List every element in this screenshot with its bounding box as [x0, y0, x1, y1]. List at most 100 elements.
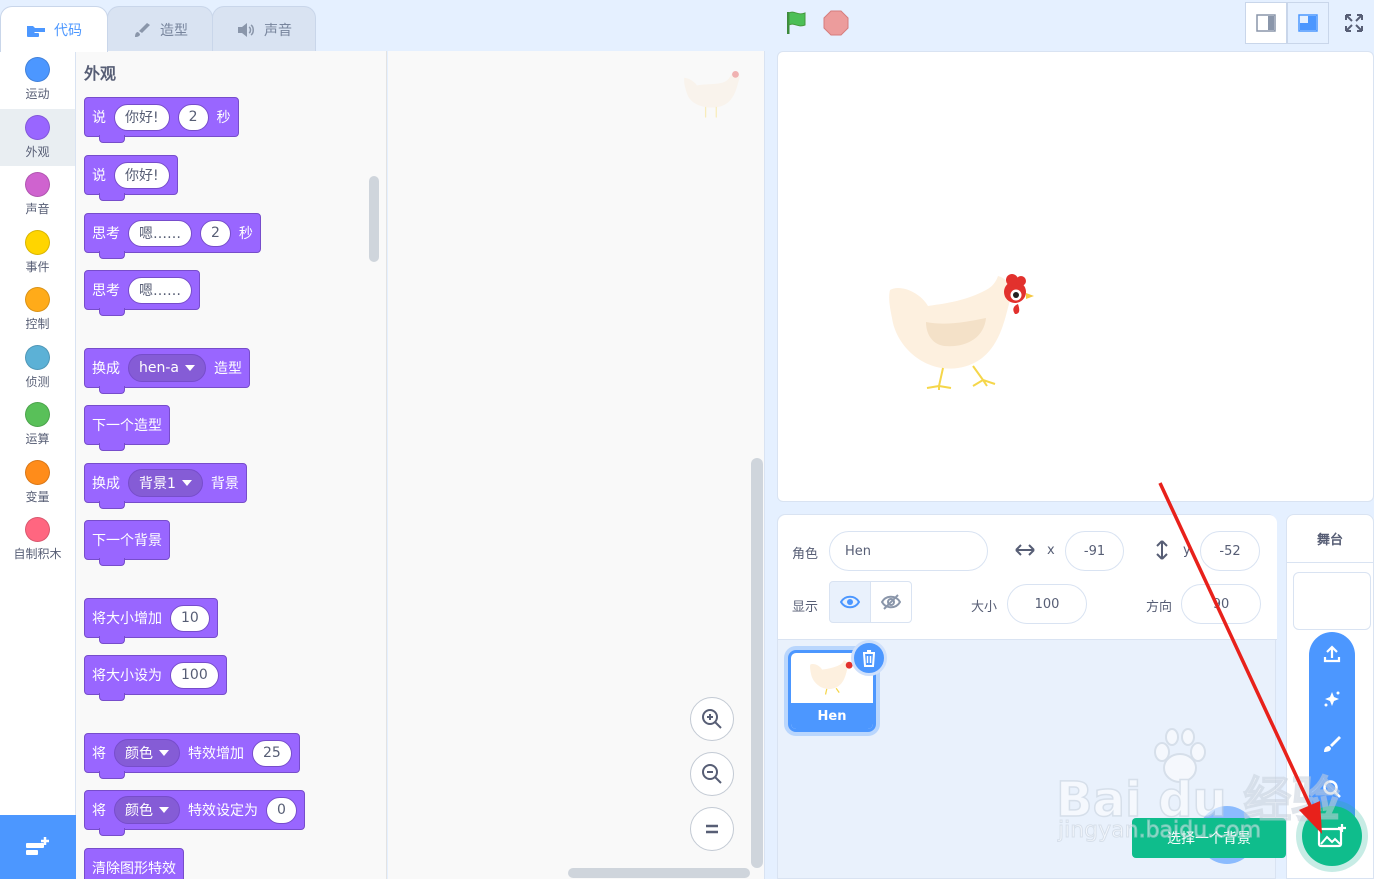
size-change-input[interactable]: 10 — [170, 604, 210, 632]
small-stage-button[interactable] — [1245, 2, 1287, 44]
category-my-blocks[interactable]: 自制积木 — [0, 511, 75, 569]
delete-sprite-button[interactable] — [851, 640, 887, 676]
zoom-out-button[interactable] — [690, 752, 734, 796]
hen-sprite-icon[interactable] — [888, 272, 1038, 407]
block-clear-effects[interactable]: 清除图形特效 — [84, 848, 184, 879]
hide-sprite-button[interactable] — [870, 581, 912, 623]
direction-input[interactable]: 90 — [1181, 584, 1261, 624]
large-stage-button[interactable] — [1287, 2, 1329, 44]
block-switch-costume[interactable]: 换成 hen-a 造型 — [84, 348, 250, 394]
backdrop-thumbnail[interactable] — [1293, 572, 1371, 630]
block-text: 清除图形特效 — [92, 861, 176, 877]
small-stage-icon — [1256, 14, 1276, 32]
y-input[interactable]: -52 — [1200, 531, 1260, 571]
workspace-vertical-scrollbar[interactable] — [751, 458, 763, 868]
message-input[interactable]: 嗯…… — [128, 219, 192, 247]
effect-dropdown[interactable]: 颜色 — [114, 796, 180, 824]
category-label: 声音 — [25, 202, 50, 217]
large-stage-icon — [1298, 14, 1318, 32]
surprise-backdrop-button[interactable] — [1309, 679, 1355, 719]
green-flag-icon[interactable] — [784, 10, 810, 36]
my-blocks-dot-icon — [25, 517, 50, 543]
category-label: 侦测 — [25, 374, 50, 389]
block-text: 将大小增加 — [92, 611, 162, 627]
show-sprite-button[interactable] — [829, 581, 871, 623]
size-set-input[interactable]: 100 — [170, 661, 219, 689]
backdrop-dropdown[interactable]: 背景1 — [128, 469, 203, 497]
x-label: x — [1047, 543, 1055, 558]
zoom-reset-button[interactable] — [690, 807, 734, 851]
effect-change-input[interactable]: 25 — [252, 739, 292, 767]
tab-costumes[interactable]: 造型 — [107, 6, 213, 52]
show-label: 显示 — [792, 600, 819, 615]
block-switch-backdrop[interactable]: 换成 背景1 背景 — [84, 463, 247, 509]
tab-code[interactable]: 代码 — [0, 6, 108, 52]
tab-costumes-label: 造型 — [160, 22, 188, 39]
category-looks[interactable]: 外观 — [0, 108, 75, 166]
category-motion[interactable]: 运动 — [0, 51, 75, 109]
sprite-name-input[interactable]: Hen — [829, 531, 988, 571]
zoom-in-button[interactable] — [690, 697, 734, 741]
horizontal-arrows-icon — [1015, 544, 1035, 556]
category-sensing[interactable]: 侦测 — [0, 339, 75, 397]
secs-input[interactable]: 2 — [200, 219, 231, 247]
stage-selector-title: 舞台 — [1287, 515, 1373, 563]
sensing-dot-icon — [25, 344, 50, 370]
block-think[interactable]: 思考 嗯…… — [84, 270, 200, 316]
events-dot-icon — [25, 229, 50, 255]
block-next-backdrop[interactable]: 下一个背景 — [84, 520, 170, 566]
fullscreen-button[interactable] — [1333, 2, 1374, 44]
add-extension-button[interactable] — [0, 815, 76, 879]
upload-backdrop-button[interactable] — [1309, 634, 1355, 674]
category-label: 自制积木 — [13, 547, 62, 562]
fullscreen-icon — [1345, 14, 1363, 32]
block-change-effect[interactable]: 将 颜色 特效增加 25 — [84, 733, 300, 779]
block-text: 思考 — [92, 283, 120, 299]
category-label: 外观 — [25, 144, 50, 159]
block-say-for-secs[interactable]: 说 你好! 2 秒 — [84, 97, 239, 143]
block-text: 特效设定为 — [188, 803, 258, 819]
zoom-in-icon — [702, 709, 722, 729]
category-operators[interactable]: 运算 — [0, 396, 75, 454]
secs-input[interactable]: 2 — [177, 103, 209, 131]
category-events[interactable]: 事件 — [0, 224, 75, 282]
operators-dot-icon — [25, 402, 50, 428]
message-input[interactable]: 你好! — [114, 161, 170, 189]
effect-dropdown[interactable]: 颜色 — [114, 739, 180, 767]
block-say[interactable]: 说 你好! — [84, 155, 178, 201]
category-label: 控制 — [25, 317, 50, 332]
caret-down-icon — [181, 480, 192, 486]
size-input[interactable]: 100 — [1007, 584, 1087, 624]
costume-dropdown[interactable]: hen-a — [128, 354, 206, 382]
block-change-size[interactable]: 将大小增加 10 — [84, 598, 218, 644]
category-label: 运动 — [25, 87, 50, 102]
block-text: 背景 — [210, 476, 239, 492]
block-think-for-secs[interactable]: 思考 嗯…… 2 秒 — [84, 213, 261, 259]
workspace-horizontal-scrollbar[interactable] — [568, 868, 750, 878]
effect-set-input[interactable]: 0 — [266, 796, 297, 824]
palette-section-title: 外观 — [84, 64, 117, 83]
stop-icon[interactable] — [823, 10, 849, 36]
block-text: 将 — [92, 803, 106, 819]
block-text: 下一个造型 — [92, 418, 162, 434]
message-input[interactable]: 嗯…… — [128, 276, 192, 304]
sprite-info-panel: 角色 Hen x -91 y -52 显示 大小 100 方向 90 — [778, 515, 1277, 640]
message-input[interactable]: 你好! — [114, 103, 170, 131]
palette-scrollbar[interactable] — [369, 176, 379, 262]
stage-canvas[interactable] — [777, 51, 1374, 502]
equals-icon — [706, 824, 718, 834]
x-input[interactable]: -91 — [1065, 531, 1124, 571]
eye-icon — [840, 595, 860, 609]
tab-sounds[interactable]: 声音 — [212, 6, 316, 52]
category-label: 事件 — [25, 259, 50, 274]
category-variables[interactable]: 变量 — [0, 454, 75, 512]
category-control[interactable]: 控制 — [0, 281, 75, 339]
block-text: 造型 — [214, 361, 242, 377]
category-label: 变量 — [25, 489, 50, 504]
zoom-out-icon — [702, 764, 722, 784]
block-set-effect[interactable]: 将 颜色 特效设定为 0 — [84, 790, 305, 836]
block-next-costume[interactable]: 下一个造型 — [84, 405, 170, 451]
category-sound[interactable]: 声音 — [0, 166, 75, 224]
sprite-thumbnail-name: Hen — [791, 703, 873, 729]
block-set-size[interactable]: 将大小设为 100 — [84, 655, 227, 701]
